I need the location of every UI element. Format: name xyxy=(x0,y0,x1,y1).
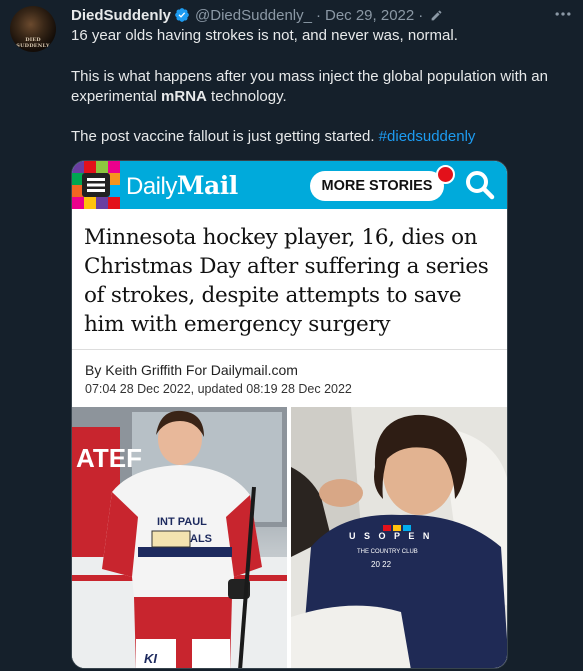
tweet-paragraph-2: This is what happens after you mass inje… xyxy=(71,67,571,107)
photo-hockey-player: ATEF INT PAUL ALS KI xyxy=(72,407,287,668)
more-horizontal-icon[interactable] xyxy=(552,4,574,24)
avatar[interactable]: DIED SUDDENLY xyxy=(10,6,56,52)
avatar-text: DIED SUDDENLY xyxy=(16,37,50,49)
shirt-text: U S O P E N xyxy=(349,531,432,541)
dailymail-logo-text[interactable]: DailyMail xyxy=(126,171,238,201)
separator-dot: · xyxy=(315,6,321,24)
paragraph-3-text: The post vaccine fallout is just getting… xyxy=(71,128,379,145)
article-headline: Minnesota hockey player, 16, dies on Chr… xyxy=(84,225,489,337)
tweet-paragraph-3: The post vaccine fallout is just getting… xyxy=(71,127,475,147)
jersey-text: INT PAUL xyxy=(157,516,207,528)
shirt-text-2: THE COUNTRY CLUB xyxy=(357,549,418,555)
tweet-paragraph-1: 16 year olds having strokes is not, and … xyxy=(71,27,458,44)
attached-image[interactable]: DailyMail MORE STORIES Minnesota hockey … xyxy=(71,160,508,669)
paragraph-2-bold: mRNA xyxy=(161,88,207,105)
divider xyxy=(72,349,507,350)
tweet-date[interactable]: Dec 29, 2022 xyxy=(325,7,414,24)
more-stories-button[interactable]: MORE STORIES xyxy=(310,171,444,201)
handle[interactable]: @DiedSuddenly_ xyxy=(195,7,312,24)
hashtag-link[interactable]: #diedsuddenly xyxy=(379,128,476,145)
article-byline: By Keith Griffith For Dailymail.com xyxy=(85,362,298,378)
article-timestamp: 07:04 28 Dec 2022, updated 08:19 28 Dec … xyxy=(85,382,352,396)
edit-pencil-icon[interactable] xyxy=(430,9,443,22)
verified-badge-icon xyxy=(174,7,190,23)
logo-mail: Mail xyxy=(176,171,238,200)
notification-dot xyxy=(436,165,455,184)
shirt-year: 20 22 xyxy=(371,560,392,569)
hamburger-menu-icon[interactable] xyxy=(81,173,111,197)
tweet-header: DiedSuddenly @DiedSuddenly_ · Dec 29, 20… xyxy=(71,5,443,25)
paragraph-2-suffix: technology. xyxy=(206,88,287,105)
display-name[interactable]: DiedSuddenly xyxy=(71,7,171,24)
separator-dot-2: · xyxy=(418,6,424,24)
search-icon[interactable] xyxy=(464,169,496,201)
rink-sign-text: ATEF xyxy=(76,443,142,473)
jersey-text-2: ALS xyxy=(190,533,212,545)
paragraph-2-prefix: This is what happens after you mass inje… xyxy=(71,68,548,105)
dailymail-header: DailyMail MORE STORIES xyxy=(72,161,507,209)
logo-daily: Daily xyxy=(126,173,177,200)
photo-patient: U S O P E N THE COUNTRY CLUB 20 22 xyxy=(291,407,507,668)
sock-text: KI xyxy=(144,651,157,666)
